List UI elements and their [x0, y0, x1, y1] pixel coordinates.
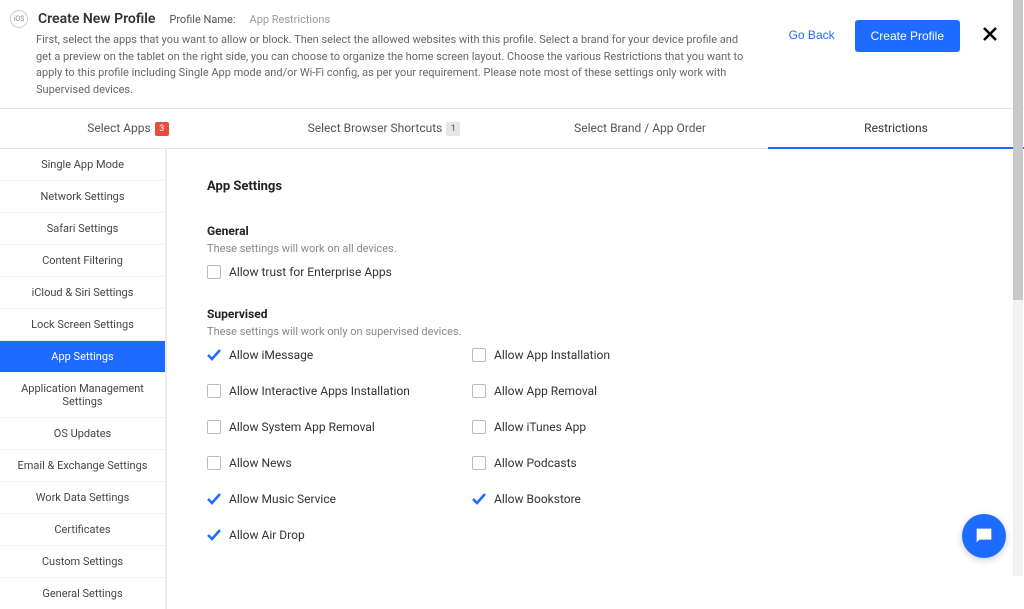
group-title: General	[207, 224, 984, 238]
profile-name-label: Profile Name:	[169, 13, 235, 26]
tab-select-brand-app-order[interactable]: Select Brand / App Order	[512, 109, 768, 148]
option-allow-air-drop[interactable]: Allow Air Drop	[207, 528, 472, 542]
checkbox-unchecked-icon[interactable]	[207, 420, 221, 434]
close-button[interactable]	[976, 20, 1004, 51]
option-allow-app-installation[interactable]: Allow App Installation	[472, 348, 737, 362]
sidebar-item-lock-screen-settings[interactable]: Lock Screen Settings	[0, 309, 165, 341]
section-heading: App Settings	[207, 179, 984, 194]
option-allow-bookstore[interactable]: Allow Bookstore	[472, 492, 737, 506]
sidebar-item-general-settings[interactable]: General Settings	[0, 578, 165, 609]
sidebar-item-content-filtering[interactable]: Content Filtering	[0, 245, 165, 277]
options-group: Allow iMessage Allow App Installation Allo…	[207, 348, 984, 542]
checkbox-unchecked-icon[interactable]	[472, 420, 486, 434]
sidebar-item-network-settings[interactable]: Network Settings	[0, 181, 165, 213]
option-label: Allow Air Drop	[229, 528, 305, 542]
group-desc: These settings will work on all devices.	[207, 242, 984, 255]
content: App Settings General These settings will …	[166, 149, 1024, 609]
chat-widget[interactable]	[962, 514, 1006, 558]
option-allow-music-service[interactable]: Allow Music Service	[207, 492, 472, 506]
option-allow-itunes-app[interactable]: Allow iTunes App	[472, 420, 737, 434]
go-back-button[interactable]: Go Back	[785, 20, 839, 50]
checkbox-checked-icon[interactable]	[207, 492, 221, 506]
tabs: Select Apps3Select Browser Shortcuts1Sel…	[0, 109, 1024, 149]
group-desc: These settings will work only on supervi…	[207, 325, 984, 338]
option-allow-trust-for-enterprise-apps[interactable]: Allow trust for Enterprise Apps	[207, 265, 472, 279]
group-title: Supervised	[207, 307, 984, 321]
option-allow-podcasts[interactable]: Allow Podcasts	[472, 456, 737, 470]
profile-name-value: App Restrictions	[250, 13, 331, 26]
create-profile-button[interactable]: Create Profile	[855, 20, 960, 52]
checkbox-unchecked-icon[interactable]	[207, 265, 221, 279]
option-allow-imessage[interactable]: Allow iMessage	[207, 348, 472, 362]
checkbox-unchecked-icon[interactable]	[472, 348, 486, 362]
sidebar-item-os-updates[interactable]: OS Updates	[0, 418, 165, 450]
tab-select-apps[interactable]: Select Apps 3	[0, 109, 256, 148]
header-right: Go Back Create Profile	[785, 10, 1004, 98]
tab-badge: 3	[155, 122, 169, 136]
checkbox-checked-icon[interactable]	[207, 348, 221, 362]
sidebar-item-custom-settings[interactable]: Custom Settings	[0, 546, 165, 578]
checkbox-unchecked-icon[interactable]	[207, 384, 221, 398]
page-title: Create New Profile	[38, 11, 155, 27]
tab-label: Select Brand / App Order	[574, 121, 706, 135]
sidebar-item-app-settings[interactable]: App Settings	[0, 341, 165, 373]
option-label: Allow News	[229, 456, 292, 470]
close-icon	[982, 26, 998, 42]
checkbox-unchecked-icon[interactable]	[207, 456, 221, 470]
tab-restrictions[interactable]: Restrictions	[768, 109, 1024, 148]
sidebar-item-single-app-mode[interactable]: Single App Mode	[0, 149, 165, 181]
sidebar-item-email-exchange-settings[interactable]: Email & Exchange Settings	[0, 450, 165, 482]
option-label: Allow trust for Enterprise Apps	[229, 265, 392, 279]
os-badge: iOS	[10, 10, 28, 28]
option-allow-system-app-removal[interactable]: Allow System App Removal	[207, 420, 472, 434]
option-label: Allow Music Service	[229, 492, 336, 506]
sidebar-item-safari-settings[interactable]: Safari Settings	[0, 213, 165, 245]
checkbox-checked-icon[interactable]	[207, 528, 221, 542]
option-label: Allow iMessage	[229, 348, 313, 362]
checkbox-checked-icon[interactable]	[472, 492, 486, 506]
option-label: Allow App Installation	[494, 348, 610, 362]
title-row: iOS Create New Profile Profile Name: App…	[10, 10, 745, 28]
header: iOS Create New Profile Profile Name: App…	[0, 0, 1024, 109]
sidebar-item-work-data-settings[interactable]: Work Data Settings	[0, 482, 165, 514]
options-group: Allow trust for Enterprise Apps	[207, 265, 984, 279]
header-left: iOS Create New Profile Profile Name: App…	[10, 10, 785, 98]
option-label: Allow Bookstore	[494, 492, 581, 506]
sidebar-item-certificates[interactable]: Certificates	[0, 514, 165, 546]
tab-label: Restrictions	[864, 121, 928, 135]
checkbox-unchecked-icon[interactable]	[472, 384, 486, 398]
tab-label: Select Apps	[87, 121, 150, 135]
sidebar-item-icloud-siri-settings[interactable]: iCloud & Siri Settings	[0, 277, 165, 309]
option-label: Allow System App Removal	[229, 420, 375, 434]
option-allow-news[interactable]: Allow News	[207, 456, 472, 470]
option-label: Allow Podcasts	[494, 456, 577, 470]
sidebar: Single App ModeNetwork SettingsSafari Se…	[0, 149, 166, 609]
option-label: Allow App Removal	[494, 384, 597, 398]
body: Single App ModeNetwork SettingsSafari Se…	[0, 149, 1024, 609]
checkbox-unchecked-icon[interactable]	[472, 456, 486, 470]
sidebar-item-application-management-settings[interactable]: Application Management Settings	[0, 373, 165, 418]
option-label: Allow Interactive Apps Installation	[229, 384, 410, 398]
tab-badge: 1	[446, 122, 460, 136]
option-label: Allow iTunes App	[494, 420, 586, 434]
tab-label: Select Browser Shortcuts	[308, 121, 443, 135]
description: First, select the apps that you want to …	[10, 32, 745, 98]
chat-icon	[973, 525, 995, 547]
option-allow-interactive-apps-installation[interactable]: Allow Interactive Apps Installation	[207, 384, 472, 398]
tab-select-browser-shortcuts[interactable]: Select Browser Shortcuts1	[256, 109, 512, 148]
option-allow-app-removal[interactable]: Allow App Removal	[472, 384, 737, 398]
scrollbar-thumb[interactable]	[1013, 0, 1023, 300]
